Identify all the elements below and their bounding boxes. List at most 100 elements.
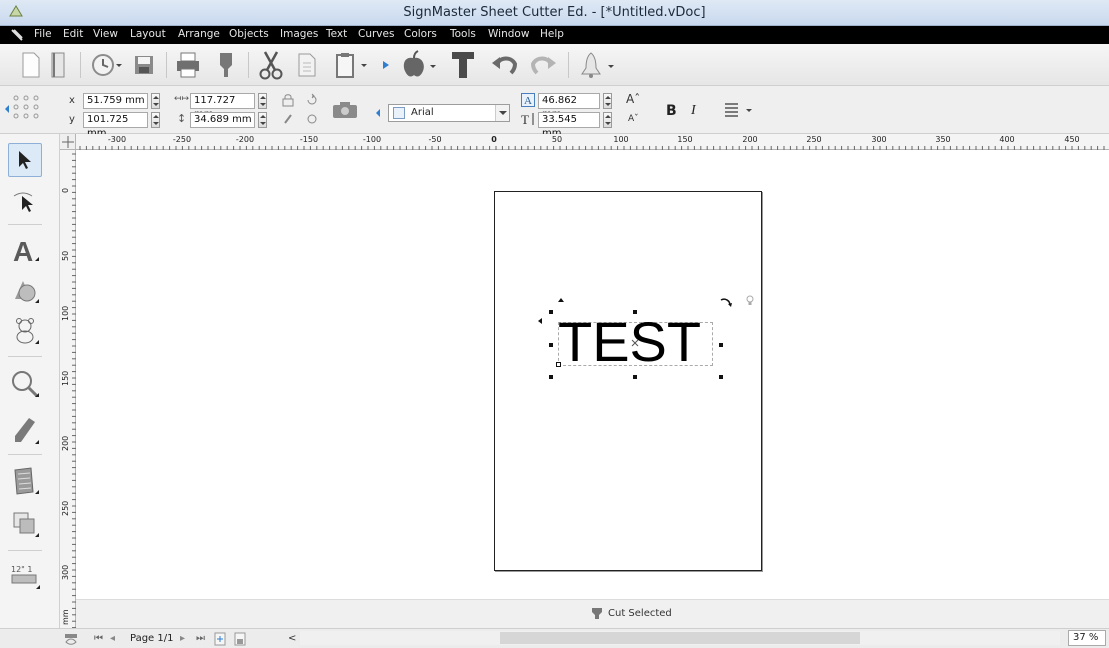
alert-bell-button[interactable] bbox=[576, 49, 616, 81]
menu-file[interactable]: File bbox=[34, 28, 52, 40]
text-height-spinner[interactable] bbox=[603, 112, 612, 128]
width-field[interactable]: 117.727 mm bbox=[190, 93, 255, 120]
zoom-tool[interactable] bbox=[8, 367, 42, 401]
lock-icon[interactable] bbox=[282, 93, 294, 107]
menu-images[interactable]: Images bbox=[280, 28, 318, 40]
scrollbar-thumb[interactable] bbox=[500, 632, 860, 644]
menu-tools[interactable]: Tools bbox=[450, 28, 476, 40]
menu-layout[interactable]: Layout bbox=[130, 28, 166, 40]
copy-button[interactable] bbox=[294, 49, 320, 81]
ruler-label: 200 bbox=[742, 135, 758, 144]
prev-page-icon[interactable]: ◂ bbox=[110, 633, 115, 644]
recent-button[interactable] bbox=[88, 49, 124, 81]
first-page-icon[interactable]: ⏮ bbox=[94, 633, 103, 644]
select-tool[interactable] bbox=[8, 143, 42, 177]
font-size-spinner[interactable] bbox=[603, 93, 612, 109]
node-edit-icon bbox=[13, 192, 33, 212]
text-tool[interactable]: A bbox=[8, 233, 42, 267]
y-spinner[interactable] bbox=[151, 112, 160, 128]
menu-colors[interactable]: Colors bbox=[404, 28, 437, 40]
send-to-cutter-button[interactable] bbox=[214, 49, 238, 81]
menu-arrange[interactable]: Arrange bbox=[178, 28, 220, 40]
y-position-field[interactable]: 101.725 mm bbox=[83, 112, 148, 139]
cut-selected-button[interactable]: Cut Selected bbox=[608, 608, 672, 619]
bold-button[interactable]: B bbox=[666, 103, 677, 119]
zoom-level-field[interactable]: 37 % bbox=[1068, 630, 1106, 646]
x-spinner[interactable] bbox=[151, 93, 160, 109]
lightbulb-icon[interactable] bbox=[746, 295, 754, 307]
increase-font-icon[interactable]: Aˆ bbox=[626, 92, 640, 106]
height-spinner[interactable] bbox=[258, 112, 267, 128]
collapse-left-icon-2[interactable] bbox=[375, 108, 381, 118]
origin-handle[interactable] bbox=[556, 362, 561, 367]
camera-icon[interactable] bbox=[332, 101, 358, 119]
horizontal-scrollbar[interactable] bbox=[300, 631, 1060, 645]
rotate-icon[interactable] bbox=[306, 93, 318, 107]
menu-view[interactable]: View bbox=[93, 28, 118, 40]
resize-handle[interactable] bbox=[549, 375, 553, 379]
resize-handle[interactable] bbox=[719, 343, 723, 347]
font-size-field[interactable]: 46.862 mm bbox=[538, 93, 600, 120]
shape-tool[interactable] bbox=[8, 274, 42, 308]
paste-button[interactable] bbox=[332, 49, 372, 81]
delete-page-icon[interactable] bbox=[234, 632, 246, 646]
node-edit-tool[interactable] bbox=[8, 184, 42, 218]
ruler-corner[interactable] bbox=[60, 134, 76, 150]
skew-handle-top-icon[interactable] bbox=[557, 297, 565, 303]
x-position-field[interactable]: 51.759 mm bbox=[83, 93, 148, 109]
rotate-handle-icon[interactable] bbox=[719, 296, 733, 310]
weld-tool[interactable] bbox=[8, 507, 42, 541]
anchor-grid-icon[interactable] bbox=[12, 94, 44, 122]
refresh-icon[interactable] bbox=[306, 112, 318, 126]
undo-icon bbox=[492, 56, 518, 75]
document-menu-icon[interactable] bbox=[10, 28, 24, 42]
link-icon[interactable] bbox=[282, 112, 294, 126]
resize-handle[interactable] bbox=[549, 310, 553, 314]
menu-window[interactable]: Window bbox=[488, 28, 529, 40]
open-button[interactable] bbox=[48, 49, 70, 81]
undo-button[interactable] bbox=[490, 49, 520, 81]
next-page-icon[interactable]: ▸ bbox=[180, 633, 185, 644]
text-align-icon[interactable] bbox=[724, 102, 754, 118]
italic-button[interactable]: I bbox=[691, 103, 696, 119]
page-sheet[interactable] bbox=[494, 191, 762, 571]
menu-curves[interactable]: Curves bbox=[358, 28, 394, 40]
truetype-font-icon bbox=[393, 107, 405, 119]
import-arrow-button[interactable] bbox=[380, 49, 392, 81]
clipart-tool[interactable] bbox=[8, 314, 42, 348]
font-name-dropdown[interactable]: Arial bbox=[388, 104, 510, 122]
text-height-field[interactable]: 33.545 mm bbox=[538, 112, 600, 139]
menu-help[interactable]: Help bbox=[540, 28, 564, 40]
save-button[interactable] bbox=[132, 49, 156, 81]
new-document-button[interactable] bbox=[20, 49, 42, 81]
skew-handle-left-icon[interactable] bbox=[537, 317, 543, 325]
measure-tool[interactable]: 12" 1 bbox=[8, 559, 42, 593]
scroll-left-icon[interactable]: < bbox=[288, 633, 296, 644]
cutter-icon bbox=[220, 53, 232, 77]
decrease-font-icon[interactable]: Aˇ bbox=[628, 114, 639, 124]
ruler-label: -300 bbox=[107, 135, 127, 144]
apple-design-button[interactable] bbox=[398, 49, 438, 81]
resize-handle[interactable] bbox=[719, 375, 723, 379]
redo-button[interactable] bbox=[528, 49, 558, 81]
cut-button[interactable] bbox=[256, 49, 286, 81]
resize-handle[interactable] bbox=[549, 343, 553, 347]
menu-text[interactable]: Text bbox=[326, 28, 347, 40]
fill-tool[interactable] bbox=[8, 464, 42, 498]
last-page-icon[interactable]: ⏭ bbox=[196, 633, 205, 644]
cut-selected-icon[interactable] bbox=[590, 606, 604, 620]
chevron-down-icon[interactable] bbox=[495, 105, 509, 121]
resize-handle[interactable] bbox=[633, 375, 637, 379]
collapse-left-icon[interactable] bbox=[4, 104, 10, 114]
text-object[interactable]: TEST bbox=[558, 314, 701, 370]
print-button[interactable] bbox=[174, 49, 202, 81]
resize-handle[interactable] bbox=[633, 310, 637, 314]
preview-eye-icon[interactable] bbox=[64, 632, 78, 646]
menu-edit[interactable]: Edit bbox=[63, 28, 83, 40]
text-tool-button[interactable] bbox=[448, 49, 478, 81]
add-page-icon[interactable] bbox=[214, 632, 226, 646]
width-spinner[interactable] bbox=[258, 93, 267, 109]
menu-objects[interactable]: Objects bbox=[229, 28, 269, 40]
height-field[interactable]: 34.689 mm bbox=[190, 112, 255, 128]
pen-tool[interactable] bbox=[8, 414, 42, 448]
